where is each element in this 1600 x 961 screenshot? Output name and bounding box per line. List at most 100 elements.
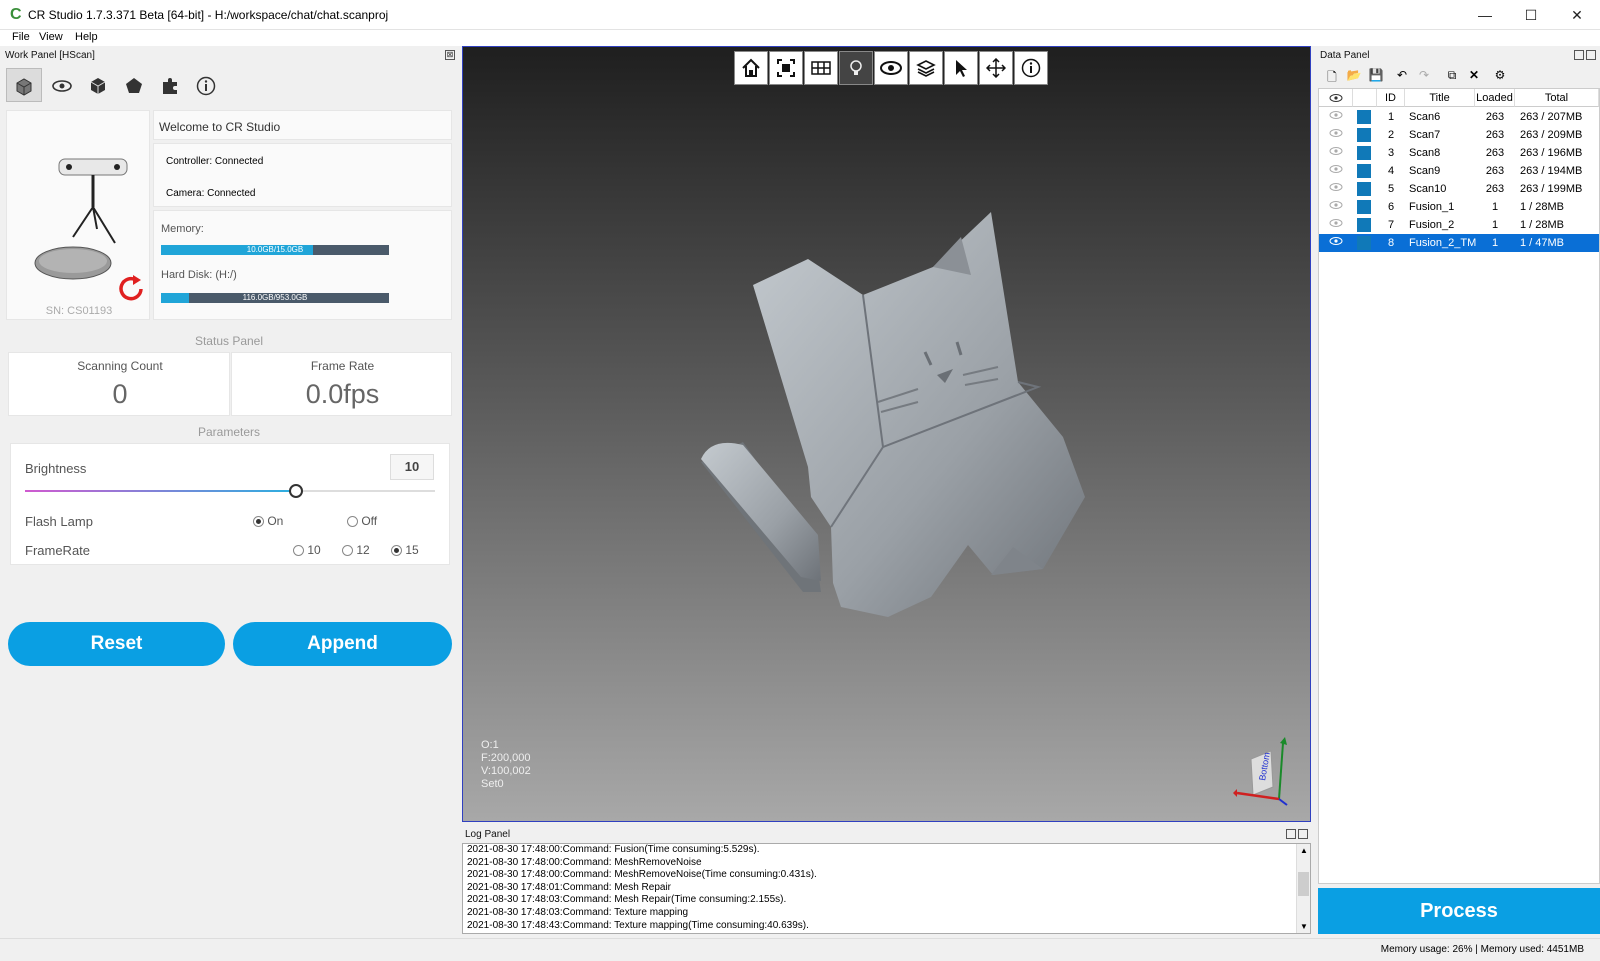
reset-button[interactable]: Reset	[8, 622, 225, 666]
table-row[interactable]: 7 Fusion_2 1 1 / 28MB	[1319, 216, 1599, 234]
row-loaded: 263	[1485, 165, 1505, 177]
row-loaded: 263	[1485, 129, 1505, 141]
copy-icon[interactable]: ⧉	[1444, 68, 1460, 84]
3d-viewport[interactable]: O:1 F:200,000 V:100,002 Set0 Bottom	[462, 46, 1311, 822]
row-color-swatch[interactable]	[1357, 182, 1371, 196]
minimize-button[interactable]: —	[1462, 0, 1508, 30]
menu-view[interactable]: View	[39, 31, 63, 43]
table-row[interactable]: 3 Scan8 263 263 / 196MB	[1319, 144, 1599, 162]
header-total[interactable]: Total	[1515, 89, 1599, 107]
view-home-button[interactable]	[734, 51, 768, 85]
row-color-swatch[interactable]	[1357, 110, 1371, 124]
row-color-swatch[interactable]	[1357, 236, 1371, 250]
framerate-12-option[interactable]: 12	[342, 543, 370, 557]
brightness-track[interactable]	[25, 484, 435, 498]
header-id[interactable]: ID	[1377, 89, 1405, 107]
framerate-10-radio[interactable]	[293, 545, 304, 557]
row-visibility-toggle[interactable]	[1329, 108, 1343, 126]
visibility-button[interactable]	[874, 51, 908, 85]
row-title: Fusion_2_TM	[1409, 237, 1477, 249]
table-row[interactable]: 4 Scan9 263 263 / 194MB	[1319, 162, 1599, 180]
data-panel-close-icon[interactable]	[1586, 50, 1596, 60]
table-row[interactable]: 1 Scan6 263 263 / 207MB	[1319, 108, 1599, 126]
viewport-info-button[interactable]	[1014, 51, 1048, 85]
new-file-icon[interactable]: 🗋	[1324, 68, 1340, 84]
row-visibility-toggle[interactable]	[1329, 162, 1343, 180]
header-title[interactable]: Title	[1405, 89, 1475, 107]
row-color-swatch[interactable]	[1357, 128, 1371, 142]
log-panel-close-icon[interactable]	[1298, 829, 1308, 839]
log-text-area[interactable]: 2021-08-30 17:48:00:Command: Fusion(Time…	[462, 843, 1311, 934]
framerate-12-radio[interactable]	[342, 545, 353, 557]
row-visibility-toggle[interactable]	[1329, 126, 1343, 144]
tab-scan[interactable]	[6, 68, 42, 102]
table-row[interactable]: 8 Fusion_2_TM 1 1 / 47MB	[1319, 234, 1599, 252]
scroll-down-icon[interactable]: ▼	[1300, 922, 1308, 931]
tab-mesh[interactable]	[80, 68, 116, 102]
row-color-swatch[interactable]	[1357, 146, 1371, 160]
scroll-thumb[interactable]	[1298, 872, 1309, 896]
welcome-card: Welcome to CR Studio	[153, 110, 452, 140]
tab-info[interactable]	[188, 68, 224, 102]
save-icon[interactable]: 💾	[1368, 68, 1384, 84]
delete-icon[interactable]: ✕	[1466, 68, 1482, 84]
camera-status: Camera: Connected	[166, 188, 256, 199]
fit-view-button[interactable]	[769, 51, 803, 85]
table-row[interactable]: 2 Scan7 263 263 / 209MB	[1319, 126, 1599, 144]
header-loaded[interactable]: Loaded	[1475, 89, 1515, 107]
row-color-swatch[interactable]	[1357, 218, 1371, 232]
row-color-swatch[interactable]	[1357, 164, 1371, 178]
maximize-button[interactable]: ☐	[1508, 0, 1554, 30]
menu-file[interactable]: File	[12, 31, 30, 43]
row-visibility-toggle[interactable]	[1329, 180, 1343, 198]
close-button[interactable]: ✕	[1554, 0, 1600, 30]
log-panel-float-icon[interactable]	[1286, 829, 1296, 839]
move-button[interactable]	[979, 51, 1013, 85]
work-panel-close-icon[interactable]: ⊠	[445, 50, 455, 60]
layers-button[interactable]	[909, 51, 943, 85]
refresh-icon[interactable]	[117, 275, 147, 303]
data-panel-float-icon[interactable]	[1574, 50, 1584, 60]
flash-off-radio[interactable]	[347, 516, 358, 528]
log-scrollbar[interactable]: ▲ ▼	[1296, 844, 1310, 933]
data-panel-caption: Data Panel	[1320, 50, 1370, 61]
table-row[interactable]: 6 Fusion_1 1 1 / 28MB	[1319, 198, 1599, 216]
table-row[interactable]: 5 Scan10 263 263 / 199MB	[1319, 180, 1599, 198]
header-color[interactable]	[1353, 89, 1377, 107]
row-visibility-toggle[interactable]	[1329, 234, 1343, 252]
undo-icon[interactable]: ↶	[1394, 68, 1410, 84]
menu-help[interactable]: Help	[75, 31, 98, 43]
settings-gear-icon[interactable]: ⚙	[1492, 68, 1508, 84]
select-button[interactable]	[944, 51, 978, 85]
row-visibility-toggle[interactable]	[1329, 198, 1343, 216]
axis-gizmo-icon[interactable]: Bottom	[1233, 737, 1303, 809]
flash-on-option[interactable]: On	[253, 514, 283, 528]
flash-on-radio[interactable]	[253, 516, 264, 528]
flash-off-option[interactable]: Off	[347, 514, 377, 528]
framerate-15-radio[interactable]	[391, 545, 402, 557]
tab-polygon[interactable]	[116, 68, 152, 102]
eye-icon	[1329, 147, 1343, 155]
tab-view[interactable]	[44, 68, 80, 102]
open-folder-icon[interactable]: 📂	[1346, 68, 1362, 84]
row-total: 263 / 207MB	[1520, 111, 1583, 123]
scroll-up-icon[interactable]: ▲	[1300, 846, 1308, 855]
brightness-value[interactable]: 10	[390, 454, 434, 480]
texture-button[interactable]	[804, 51, 838, 85]
redo-icon[interactable]: ↷	[1416, 68, 1432, 84]
tab-plugin[interactable]	[152, 68, 188, 102]
header-visibility[interactable]	[1319, 89, 1353, 107]
eye-icon	[880, 61, 902, 75]
row-visibility-toggle[interactable]	[1329, 216, 1343, 234]
row-color-swatch[interactable]	[1357, 200, 1371, 214]
scanner-image	[34, 158, 128, 280]
row-visibility-toggle[interactable]	[1329, 144, 1343, 162]
framerate-10-option[interactable]: 10	[293, 543, 321, 557]
welcome-text: Welcome to CR Studio	[159, 120, 281, 134]
light-button[interactable]	[839, 51, 873, 85]
framerate-15-option[interactable]: 15	[391, 543, 419, 557]
brightness-slider-thumb[interactable]	[288, 484, 303, 498]
append-button[interactable]: Append	[233, 622, 452, 666]
framerate-12-label: 12	[356, 543, 370, 557]
process-button[interactable]: Process	[1318, 888, 1600, 934]
